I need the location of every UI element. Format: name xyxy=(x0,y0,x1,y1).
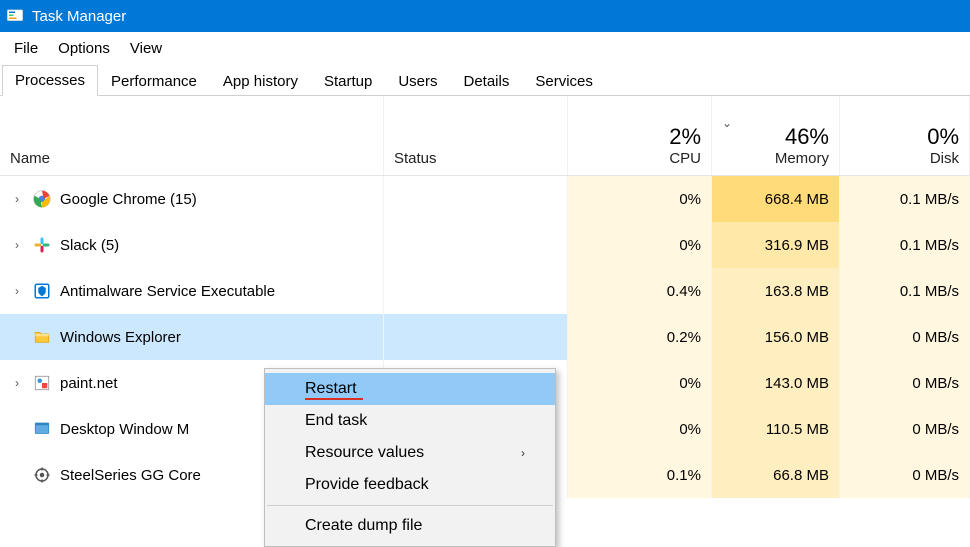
process-name: Antimalware Service Executable xyxy=(60,283,275,300)
table-row[interactable]: › Slack (5) 0% 316.9 MB 0.1 MB/s xyxy=(0,222,970,268)
expand-icon[interactable]: › xyxy=(10,238,24,252)
explorer-icon xyxy=(32,327,52,347)
table-row[interactable]: Windows Explorer 0.2% 156.0 MB 0 MB/s xyxy=(0,314,970,360)
cell-memory: 316.9 MB xyxy=(712,222,840,268)
ctx-restart[interactable]: Restart xyxy=(265,373,555,405)
expand-icon[interactable]: › xyxy=(10,192,24,206)
cell-cpu: 0% xyxy=(568,406,712,452)
cell-cpu: 0% xyxy=(568,222,712,268)
cell-name: › Google Chrome (15) xyxy=(0,176,384,222)
header-status[interactable]: Status xyxy=(384,96,568,175)
tab-performance[interactable]: Performance xyxy=(98,66,210,96)
tab-startup[interactable]: Startup xyxy=(311,66,385,96)
cell-memory: 668.4 MB xyxy=(712,176,840,222)
window-title: Task Manager xyxy=(32,8,126,25)
ctx-create-dump-file[interactable]: Create dump file xyxy=(265,510,555,542)
process-name: Slack (5) xyxy=(60,237,119,254)
cell-status xyxy=(384,176,568,222)
header-disk-pct: 0% xyxy=(927,124,959,150)
cell-status xyxy=(384,222,568,268)
header-name[interactable]: Name xyxy=(0,96,384,175)
header-memory[interactable]: ⌄ 46% Memory xyxy=(712,96,840,175)
cell-disk: 0.1 MB/s xyxy=(840,268,970,314)
steelseries-icon xyxy=(32,465,52,485)
cell-name: Windows Explorer xyxy=(0,314,384,360)
dwm-icon xyxy=(32,419,52,439)
cell-disk: 0 MB/s xyxy=(840,314,970,360)
menu-file[interactable]: File xyxy=(4,36,48,61)
process-name: Google Chrome (15) xyxy=(60,191,197,208)
ctx-provide-feedback[interactable]: Provide feedback xyxy=(265,469,555,501)
ctx-end-task-label: End task xyxy=(305,412,367,430)
slack-icon xyxy=(32,235,52,255)
app-icon xyxy=(6,7,24,25)
ctx-create-dump-file-label: Create dump file xyxy=(305,517,422,535)
titlebar[interactable]: Task Manager xyxy=(0,0,970,32)
header-disk[interactable]: 0% Disk xyxy=(840,96,970,175)
cell-cpu: 0% xyxy=(568,176,712,222)
cell-disk: 0 MB/s xyxy=(840,452,970,498)
cell-disk: 0 MB/s xyxy=(840,406,970,452)
header-disk-label: Disk xyxy=(930,150,959,167)
cell-cpu: 0% xyxy=(568,360,712,406)
ctx-restart-label: Restart xyxy=(305,380,357,398)
cell-cpu: 0.4% xyxy=(568,268,712,314)
chrome-icon xyxy=(32,189,52,209)
tab-services[interactable]: Services xyxy=(522,66,606,96)
cell-status xyxy=(384,268,568,314)
ctx-end-task[interactable]: End task xyxy=(265,405,555,437)
header-status-label: Status xyxy=(394,150,437,167)
ctx-resource-values-label: Resource values xyxy=(305,444,424,462)
process-name: paint.net xyxy=(60,375,118,392)
column-headers: Name Status 2% CPU ⌄ 46% Memory 0% Disk xyxy=(0,96,970,176)
process-name: SteelSeries GG Core xyxy=(60,467,201,484)
ctx-resource-values[interactable]: Resource values › xyxy=(265,437,555,469)
menubar: File Options View xyxy=(0,32,970,62)
sort-indicator-icon: ⌄ xyxy=(722,116,732,130)
cell-cpu: 0.2% xyxy=(568,314,712,360)
header-cpu-label: CPU xyxy=(669,150,701,167)
context-menu: Restart End task Resource values › Provi… xyxy=(264,368,556,547)
cell-memory: 156.0 MB xyxy=(712,314,840,360)
cell-name: › Antimalware Service Executable xyxy=(0,268,384,314)
submenu-arrow-icon: › xyxy=(521,446,525,460)
cell-name: › Slack (5) xyxy=(0,222,384,268)
cell-memory: 110.5 MB xyxy=(712,406,840,452)
cell-memory: 66.8 MB xyxy=(712,452,840,498)
tab-details[interactable]: Details xyxy=(451,66,523,96)
cell-cpu: 0.1% xyxy=(568,452,712,498)
ctx-separator xyxy=(267,505,553,506)
tab-processes[interactable]: Processes xyxy=(2,65,98,96)
tab-app-history[interactable]: App history xyxy=(210,66,311,96)
table-row[interactable]: › Antimalware Service Executable 0.4% 16… xyxy=(0,268,970,314)
cell-disk: 0.1 MB/s xyxy=(840,176,970,222)
cell-memory: 143.0 MB xyxy=(712,360,840,406)
ctx-provide-feedback-label: Provide feedback xyxy=(305,476,429,494)
tab-strip: Processes Performance App history Startu… xyxy=(0,62,970,96)
header-memory-pct: 46% xyxy=(785,124,829,150)
header-cpu[interactable]: 2% CPU xyxy=(568,96,712,175)
header-cpu-pct: 2% xyxy=(669,124,701,150)
paintnet-icon xyxy=(32,373,52,393)
expand-icon[interactable]: › xyxy=(10,376,24,390)
cell-disk: 0 MB/s xyxy=(840,360,970,406)
cell-status xyxy=(384,314,568,360)
menu-view[interactable]: View xyxy=(120,36,172,61)
defender-icon xyxy=(32,281,52,301)
header-memory-label: Memory xyxy=(775,150,829,167)
header-name-label: Name xyxy=(10,150,50,167)
process-name: Desktop Window M xyxy=(60,421,189,438)
annotation-underline xyxy=(305,398,363,400)
process-name: Windows Explorer xyxy=(60,329,181,346)
tab-users[interactable]: Users xyxy=(385,66,450,96)
table-row[interactable]: › Google Chrome (15) 0% 668.4 MB 0.1 MB/… xyxy=(0,176,970,222)
cell-disk: 0.1 MB/s xyxy=(840,222,970,268)
menu-options[interactable]: Options xyxy=(48,36,120,61)
expand-icon[interactable]: › xyxy=(10,284,24,298)
cell-memory: 163.8 MB xyxy=(712,268,840,314)
